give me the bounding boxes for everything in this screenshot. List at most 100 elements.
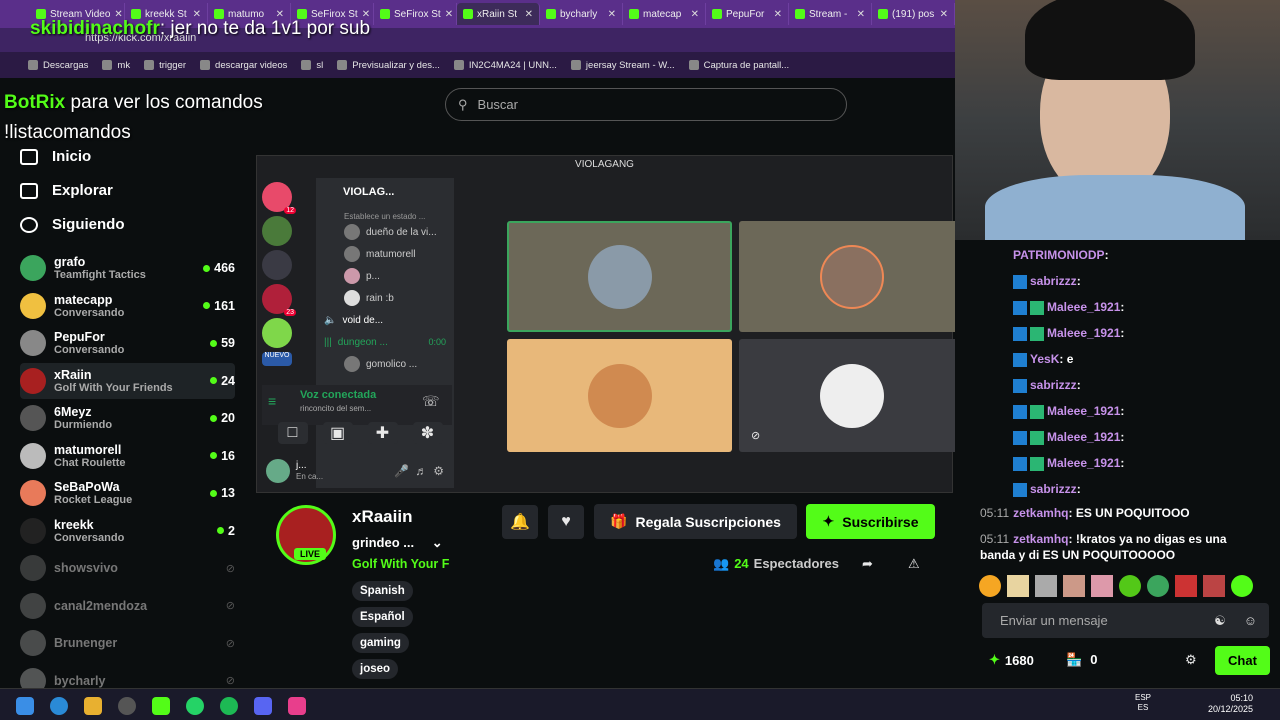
bell-icon[interactable]: 🔔: [502, 505, 538, 539]
voice-member[interactable]: dueño de la vi...: [316, 221, 454, 243]
followed-channel[interactable]: SeBaPoWa Rocket League 13: [20, 475, 235, 511]
settings-icon[interactable]: ⚙: [433, 464, 444, 478]
close-icon[interactable]: ✕: [857, 9, 865, 20]
emote[interactable]: [1203, 575, 1225, 597]
bookmark[interactable]: IN2C4MA24 | UNN...: [453, 60, 557, 71]
chat-username[interactable]: PATRIMONIODP: [1013, 248, 1105, 262]
search-input[interactable]: ⚲ Buscar: [445, 88, 847, 121]
voice-channel[interactable]: 🔈 void de...: [316, 309, 454, 331]
avatar[interactable]: [266, 459, 290, 483]
emote[interactable]: [1007, 575, 1029, 597]
server-icon[interactable]: [262, 318, 292, 348]
bookmark[interactable]: Descargas: [28, 60, 88, 71]
signal-icon[interactable]: ≡: [268, 393, 286, 411]
camera-off-icon[interactable]: □: [277, 422, 308, 444]
subscribe-button[interactable]: ✦ Suscribirse: [806, 504, 935, 539]
browser-tab[interactable]: Stream - ✕: [789, 3, 872, 25]
obs-icon[interactable]: [118, 697, 136, 715]
store-button[interactable]: 🏪 0: [1066, 652, 1097, 668]
folder-icon[interactable]: [84, 697, 102, 715]
heart-icon[interactable]: ♥: [548, 505, 584, 539]
server-icon[interactable]: 12: [262, 182, 296, 214]
nav-following[interactable]: Siguiendo: [20, 216, 125, 233]
chat-username[interactable]: sabrizzz: [1030, 378, 1077, 392]
channel-points[interactable]: ✦ 1680: [989, 652, 1034, 668]
chat-username[interactable]: zetkamhq: [1013, 506, 1068, 520]
bookmark[interactable]: trigger: [144, 60, 186, 71]
clock[interactable]: 05:10 20/12/2025: [1208, 693, 1253, 715]
nav-explore[interactable]: Explorar: [20, 182, 113, 199]
settings-icon[interactable]: ⚙: [1185, 652, 1197, 668]
activities-icon[interactable]: ✚: [367, 422, 398, 444]
stream-category[interactable]: Golf With Your F: [352, 557, 449, 571]
soundboard-icon[interactable]: ✽: [412, 422, 443, 444]
chat-username[interactable]: sabrizzz: [1030, 482, 1077, 496]
followed-channel[interactable]: matumorell Chat Roulette 16: [20, 438, 235, 474]
emote[interactable]: [1119, 575, 1141, 597]
browser-tab[interactable]: xRaiin St ✕: [457, 3, 540, 25]
emote[interactable]: [1063, 575, 1085, 597]
spotify-icon[interactable]: [220, 697, 238, 715]
browser-tab[interactable]: matecap ✕: [623, 3, 706, 25]
voice-member[interactable]: rain :b: [316, 287, 454, 309]
chat-username[interactable]: Maleee_1921: [1047, 300, 1120, 314]
chat-input[interactable]: Enviar un mensaje ☯ ☺: [982, 603, 1269, 638]
browser-tab[interactable]: bycharly ✕: [540, 3, 623, 25]
whatsapp-icon[interactable]: [186, 697, 204, 715]
streamer-name[interactable]: xRaaiin: [352, 507, 412, 527]
followed-channel[interactable]: Brunenger ⊘: [20, 625, 235, 661]
close-icon[interactable]: ✕: [774, 9, 782, 20]
video-tile[interactable]: [507, 339, 732, 452]
bookmark[interactable]: Previsualizar y des...: [337, 60, 440, 71]
chat-send-button[interactable]: Chat: [1215, 646, 1270, 675]
followed-channel[interactable]: 6Meyz Durmiendo 20: [20, 400, 235, 436]
followed-channel[interactable]: canal2mendoza ⊘: [20, 588, 235, 624]
followed-channel[interactable]: kreekk Conversando 2: [20, 513, 235, 549]
voice-member[interactable]: gomolico ...: [316, 353, 454, 375]
video-tile[interactable]: [507, 221, 732, 332]
bookmark[interactable]: mk: [102, 60, 130, 71]
close-icon[interactable]: ✕: [525, 9, 533, 20]
server-icon[interactable]: [262, 216, 292, 246]
nav-home[interactable]: Inicio: [20, 148, 91, 165]
followed-channel[interactable]: grafo Teamfight Tactics 466: [20, 250, 235, 286]
followed-channel[interactable]: xRaiin Golf With Your Friends 24: [20, 362, 235, 399]
gift-subs-button[interactable]: 🎁 Regala Suscripciones: [594, 504, 797, 539]
chat-username[interactable]: YesK: [1030, 352, 1059, 366]
share-icon[interactable]: ➦: [862, 556, 873, 572]
chat-username[interactable]: Maleee_1921: [1047, 430, 1120, 444]
video-tile[interactable]: [739, 221, 964, 332]
server-icon[interactable]: [262, 250, 292, 280]
close-icon[interactable]: ✕: [445, 9, 453, 20]
browser-tab[interactable]: SeFirox St ✕: [374, 3, 457, 25]
chat-username[interactable]: sabrizzz: [1030, 274, 1077, 288]
bookmark[interactable]: sl: [301, 60, 323, 71]
translate-icon[interactable]: ☯: [1214, 613, 1226, 629]
language-indicator[interactable]: ESP ES: [1135, 693, 1151, 713]
chat-username[interactable]: zetkamhq: [1013, 532, 1068, 546]
close-icon[interactable]: ✕: [691, 9, 699, 20]
close-icon[interactable]: ✕: [608, 9, 616, 20]
browser-tab[interactable]: (191) pos ✕: [872, 3, 955, 25]
emote[interactable]: [1091, 575, 1113, 597]
headphones-icon[interactable]: ♬: [415, 464, 427, 478]
voice-member[interactable]: p...: [316, 265, 454, 287]
emote[interactable]: [1231, 575, 1253, 597]
video-tile[interactable]: ⊘: [739, 339, 964, 452]
emote[interactable]: [1175, 575, 1197, 597]
chat-username[interactable]: Maleee_1921: [1047, 326, 1120, 340]
emote[interactable]: [1147, 575, 1169, 597]
bookmark[interactable]: descargar videos: [200, 60, 287, 71]
followed-channel[interactable]: matecapp Conversando 161: [20, 288, 235, 324]
browser-tab[interactable]: PepuFor ✕: [706, 3, 789, 25]
emote[interactable]: [1035, 575, 1057, 597]
server-icon[interactable]: 23: [262, 284, 296, 316]
kick-icon[interactable]: [152, 697, 170, 715]
screen-share-icon[interactable]: ▣: [322, 422, 353, 444]
tag[interactable]: Spanish: [352, 581, 413, 601]
close-icon[interactable]: ✕: [940, 9, 948, 20]
emote[interactable]: [979, 575, 1001, 597]
edge-icon[interactable]: [50, 697, 68, 715]
followed-channel[interactable]: showsvivo ⊘: [20, 550, 235, 586]
bookmark[interactable]: jeersay Stream - W...: [570, 60, 675, 71]
